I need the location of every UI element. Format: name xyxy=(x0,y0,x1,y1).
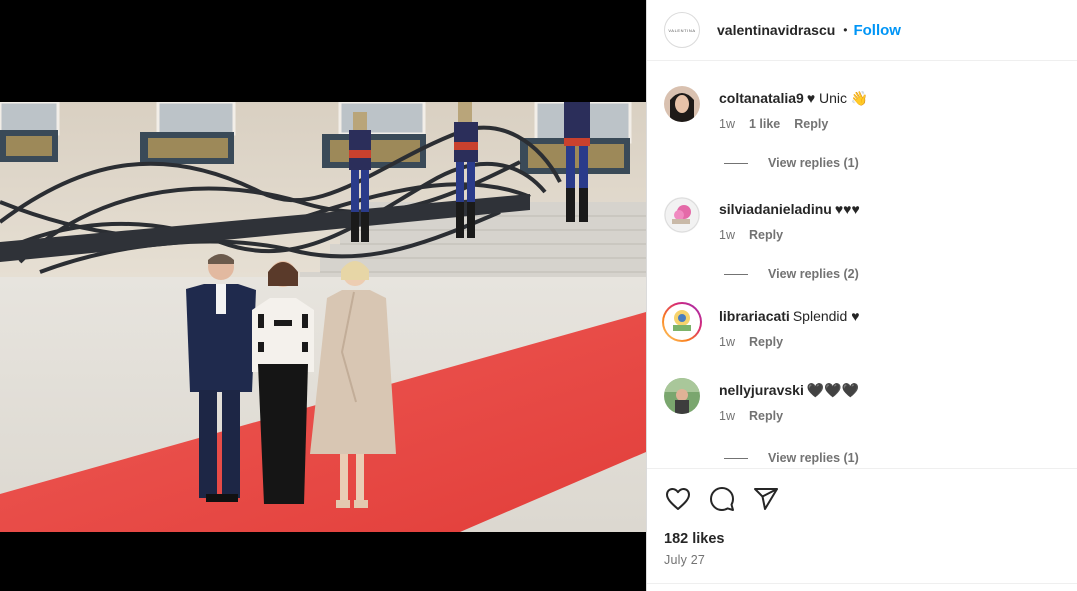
view-replies-line xyxy=(724,162,748,164)
post-actions: 182 likes July 27 xyxy=(647,468,1077,591)
comment-text: ♥ Unic 👋 xyxy=(806,90,869,106)
post-viewer: VALENTINA valentinavidrascu • Follow col… xyxy=(0,0,1077,591)
header-separator: • xyxy=(843,23,848,37)
author-avatar[interactable]: VALENTINA xyxy=(664,12,700,48)
author-avatar-logo: VALENTINA xyxy=(668,27,696,33)
commenter-avatar[interactable] xyxy=(664,197,700,233)
likes-count[interactable]: 182 likes xyxy=(664,531,724,547)
comment-username[interactable]: librariacati xyxy=(719,308,790,324)
comment-icon[interactable] xyxy=(708,485,736,513)
view-replies-button[interactable]: View replies (1) xyxy=(724,451,859,465)
divider xyxy=(647,583,1077,584)
comment-text: Splendid ♥ xyxy=(792,308,860,324)
follow-button[interactable]: Follow xyxy=(853,22,901,39)
post-photo[interactable] xyxy=(0,102,646,532)
comments-list[interactable]: coltanatalia9 ♥ Unic 👋 1w 1 like Reply Vi… xyxy=(647,62,1077,468)
comment-text: ♥♥♥ xyxy=(834,201,860,217)
action-icons xyxy=(664,485,780,513)
view-replies-line xyxy=(724,273,748,275)
heart-icon[interactable] xyxy=(664,485,692,513)
comment-time[interactable]: 1w xyxy=(719,117,735,131)
comment-username[interactable]: coltanatalia9 xyxy=(719,90,804,106)
post-media xyxy=(0,0,646,591)
commenter-avatar-story-ring[interactable] xyxy=(662,302,702,342)
post-date[interactable]: July 27 xyxy=(664,553,705,567)
comment-username[interactable]: silviadanieladinu xyxy=(719,201,832,217)
reply-button[interactable]: Reply xyxy=(749,228,783,242)
post-side-panel: VALENTINA valentinavidrascu • Follow col… xyxy=(646,0,1077,591)
comment-username[interactable]: nellyjuravski xyxy=(719,382,804,398)
view-replies-label: View replies (1) xyxy=(768,451,859,465)
reply-button[interactable]: Reply xyxy=(749,409,783,423)
comment-like-count[interactable]: 1 like xyxy=(749,117,780,131)
reply-button[interactable]: Reply xyxy=(749,335,783,349)
view-replies-line xyxy=(724,457,748,459)
view-replies-button[interactable]: View replies (2) xyxy=(724,267,859,281)
view-replies-label: View replies (1) xyxy=(768,156,859,170)
reply-button[interactable]: Reply xyxy=(794,117,828,131)
commenter-avatar[interactable] xyxy=(664,378,700,414)
view-replies-label: View replies (2) xyxy=(768,267,859,281)
share-icon[interactable] xyxy=(752,485,780,513)
comment-time[interactable]: 1w xyxy=(719,228,735,242)
commenter-avatar[interactable] xyxy=(664,86,700,122)
view-replies-button[interactable]: View replies (1) xyxy=(724,156,859,170)
author-username[interactable]: valentinavidrascu xyxy=(717,22,835,38)
comment-time[interactable]: 1w xyxy=(719,335,735,349)
comment-text: 🖤🖤🖤 xyxy=(806,382,860,398)
post-header: VALENTINA valentinavidrascu • Follow xyxy=(647,0,1077,61)
comment-time[interactable]: 1w xyxy=(719,409,735,423)
